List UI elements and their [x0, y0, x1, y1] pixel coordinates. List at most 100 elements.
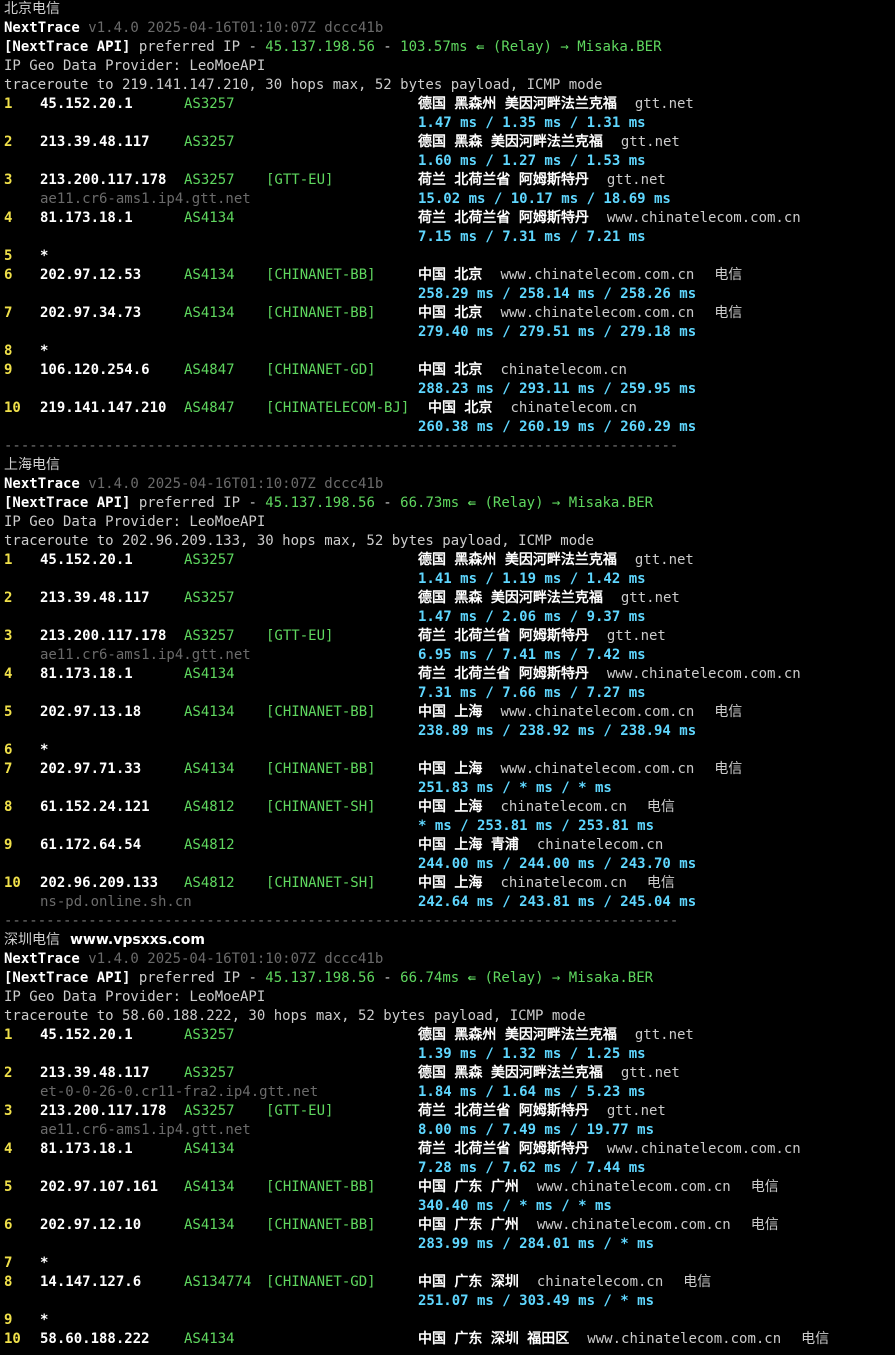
version-text: NextTrace v1.4.0 2025-04-16T01:10:07Z dc… [4, 20, 383, 36]
hop-number: 2 [4, 134, 13, 150]
api-label: preferred IP - [130, 495, 266, 511]
hop-number: 2 [4, 1065, 13, 1081]
hop-domain: gtt.net [634, 552, 694, 568]
site-watermark: www.vpsxxs.com [70, 932, 205, 948]
geo-provider-line: IP Geo Data Provider: LeoMoeAPI [4, 513, 895, 532]
hop-geo: 德国 黑森州 美因河畔法兰克福 [418, 96, 617, 112]
hop-latency: 251.07 ms / 303.49 ms / * ms [418, 1293, 655, 1309]
hop-row: 4 81.173.18.1 AS4134 荷兰 北荷兰省 阿姆斯特丹 www.china… [4, 665, 895, 684]
hop-location: 中国 北京 www.chinatelecom.com.cn 电信 [418, 304, 742, 323]
hop-asn: AS3257 [184, 134, 235, 150]
hop-number: 9 [4, 1312, 13, 1328]
hop-ip: 213.200.117.178 [40, 628, 167, 644]
hop-asn: AS134774 [184, 1274, 252, 1290]
hop-domain: www.chinatelecom.com.cn [587, 1331, 782, 1347]
hop-row: 8 61.152.24.121 AS4812 [CHINANET-SH] 中国 上海 ch… [4, 798, 895, 817]
hop-row: 9 * [4, 1311, 895, 1330]
hop-detail-row: 1.47 ms / 2.06 ms / 9.37 ms [4, 608, 895, 627]
hop-timeout: * [40, 248, 49, 264]
hop-row: 1 45.152.20.1 AS3257 德国 黑森州 美因河畔法兰克福 gtt.net [4, 551, 895, 570]
hop-latency: 1.84 ms / 1.64 ms / 5.23 ms [418, 1084, 646, 1100]
hop-ip: 202.97.13.18 [40, 704, 142, 720]
hop-number: 3 [4, 1103, 13, 1119]
hop-location: 荷兰 北荷兰省 阿姆斯特丹 gtt.net [418, 171, 666, 190]
version-line: NextTrace v1.4.0 2025-04-16T01:10:07Z dc… [4, 950, 895, 969]
hop-row: 6 202.97.12.53 AS4134 [CHINANET-BB] 中国 北京 www… [4, 266, 895, 285]
app-name: NextTrace [4, 476, 80, 492]
hop-asn: AS3257 [184, 590, 235, 606]
hop-asn: AS4134 [184, 1141, 235, 1157]
hop-detail-row: 1.41 ms / 1.19 ms / 1.42 ms [4, 570, 895, 589]
hop-asn: AS3257 [184, 96, 235, 112]
hop-asn: AS4134 [184, 210, 235, 226]
hop-number: 4 [4, 210, 13, 226]
hop-asn: AS4812 [184, 875, 235, 891]
hop-isp: 电信 [801, 1331, 830, 1347]
traceroute-command: traceroute to 58.60.188.222, 30 hops max… [4, 1008, 586, 1024]
hop-row: 5 202.97.107.161 AS4134 [CHINANET-BB] 中国 广东 … [4, 1178, 895, 1197]
hop-location: 荷兰 北荷兰省 阿姆斯特丹 www.chinatelecom.com.cn [418, 1140, 801, 1159]
hop-tag: [CHINANET-SH] [266, 875, 376, 891]
hop-isp: 电信 [750, 1179, 779, 1195]
hop-latency: 258.29 ms / 258.14 ms / 258.26 ms [418, 286, 697, 302]
hop-ip: 45.152.20.1 [40, 96, 133, 112]
hop-latency: 8.00 ms / 7.49 ms / 19.77 ms [418, 1122, 655, 1138]
hop-asn: AS4134 [184, 1331, 235, 1347]
hop-latency: 260.38 ms / 260.19 ms / 260.29 ms [418, 419, 697, 435]
section-title: 上海电信 [4, 456, 895, 475]
hop-detail-row: 7.28 ms / 7.62 ms / 7.44 ms [4, 1159, 895, 1178]
hop-detail-row: 244.00 ms / 244.00 ms / 243.70 ms [4, 855, 895, 874]
hop-detail-row: ae11.cr6-ams1.ip4.gtt.net 15.02 ms / 10.1… [4, 190, 895, 209]
hop-row: 6 * [4, 741, 895, 760]
api-line: [NextTrace API] preferred IP - 45.137.19… [4, 494, 895, 513]
hop-row: 5 * [4, 247, 895, 266]
hop-domain: gtt.net [620, 1065, 680, 1081]
hop-number: 4 [4, 1141, 13, 1157]
hop-geo: 德国 黑森 美因河畔法兰克福 [418, 1065, 603, 1081]
hop-domain: chinatelecom.cn [536, 1274, 664, 1290]
hop-location: 中国 上海 青浦 chinatelecom.cn [418, 836, 663, 855]
api-space [476, 495, 484, 511]
hop-domain: www.chinatelecom.com.cn [500, 704, 695, 720]
hop-detail-row: 260.38 ms / 260.19 ms / 260.29 ms [4, 418, 895, 437]
hop-tag: [CHINANET-BB] [266, 305, 376, 321]
hop-domain: www.chinatelecom.com.cn [606, 210, 801, 226]
api-text: [NextTrace API] preferred IP - 45.137.19… [4, 39, 662, 55]
hop-asn: AS3257 [184, 1103, 235, 1119]
hop-location: 中国 广东 广州 www.chinatelecom.com.cn 电信 [418, 1216, 779, 1235]
app-name: NextTrace [4, 20, 80, 36]
hop-tag: [CHINANET-BB] [266, 1217, 376, 1233]
hop-tag: [CHINANET-GD] [266, 1274, 376, 1290]
hop-location: 荷兰 北荷兰省 阿姆斯特丹 www.chinatelecom.com.cn [418, 209, 801, 228]
hop-tag: [GTT-EU] [266, 628, 334, 644]
hop-number: 2 [4, 590, 13, 606]
traceroute-line: traceroute to 219.141.147.210, 30 hops m… [4, 76, 895, 95]
hop-location: 荷兰 北荷兰省 阿姆斯特丹 gtt.net [418, 1102, 666, 1121]
hop-row: 1 45.152.20.1 AS3257 德国 黑森州 美因河畔法兰克福 gtt.net [4, 1026, 895, 1045]
hop-ip: 202.97.34.73 [40, 305, 142, 321]
traceroute-command: traceroute to 219.141.147.210, 30 hops m… [4, 77, 603, 93]
hop-detail-row: 258.29 ms / 258.14 ms / 258.26 ms [4, 285, 895, 304]
hop-latency: 7.15 ms / 7.31 ms / 7.21 ms [418, 229, 646, 245]
hop-location: 德国 黑森 美因河畔法兰克福 gtt.net [418, 589, 680, 608]
hop-geo: 荷兰 北荷兰省 阿姆斯特丹 [418, 1103, 589, 1119]
hop-geo: 中国 广东 广州 [418, 1217, 519, 1233]
hop-isp: 电信 [714, 704, 743, 720]
hop-location: 德国 黑森 美因河畔法兰克福 gtt.net [418, 133, 680, 152]
hop-tag: [CHINATELECOM-BJ] [266, 400, 410, 416]
hop-location: 德国 黑森州 美因河畔法兰克福 gtt.net [418, 95, 694, 114]
api-text: [NextTrace API] preferred IP - 45.137.19… [4, 970, 653, 986]
hop-ip: 202.97.71.33 [40, 761, 142, 777]
hop-detail-row: ae11.cr6-ams1.ip4.gtt.net 6.95 ms / 7.41 … [4, 646, 895, 665]
hop-row: 7 * [4, 1254, 895, 1273]
hop-domain: www.chinatelecom.com.cn [500, 305, 695, 321]
hop-ip: 219.141.147.210 [40, 400, 167, 416]
hop-asn: AS3257 [184, 172, 235, 188]
hop-latency: 279.40 ms / 279.51 ms / 279.18 ms [418, 324, 697, 340]
hop-row: 4 81.173.18.1 AS4134 荷兰 北荷兰省 阿姆斯特丹 www.china… [4, 1140, 895, 1159]
relay-icon: ⇚ [467, 495, 477, 511]
hop-row: 6 202.97.12.10 AS4134 [CHINANET-BB] 中国 广东 广州… [4, 1216, 895, 1235]
hop-row: 2 213.39.48.117 AS3257 德国 黑森 美因河畔法兰克福 gtt.ne… [4, 589, 895, 608]
hop-number: 5 [4, 1179, 13, 1195]
section-title-label: 深圳电信 [4, 932, 60, 948]
